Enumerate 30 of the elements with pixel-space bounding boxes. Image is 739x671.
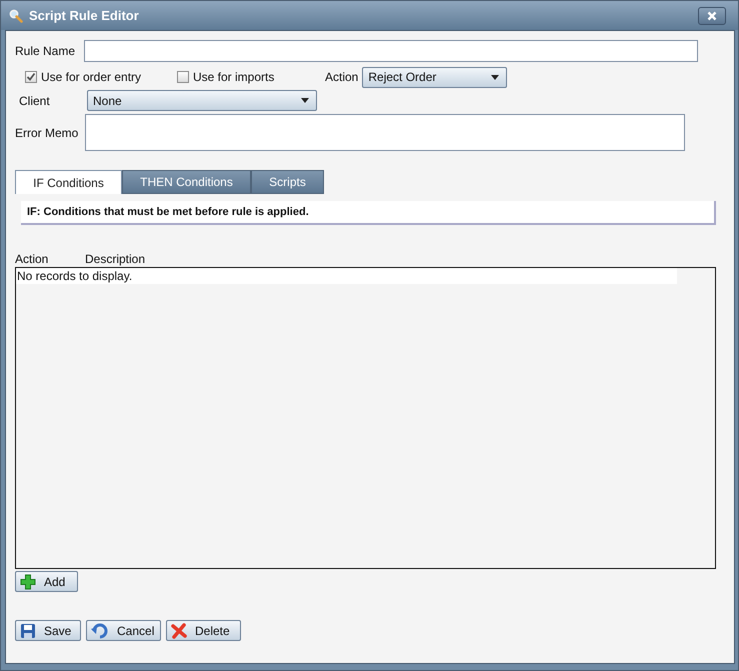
close-icon bbox=[707, 10, 717, 20]
tab[interactable]: Scripts bbox=[251, 170, 324, 194]
rule-name-label: Rule Name bbox=[15, 44, 76, 58]
action-label: Action bbox=[325, 70, 358, 84]
cancel-button[interactable]: Cancel bbox=[86, 620, 161, 641]
checkbox-label: Use for order entry bbox=[41, 70, 142, 84]
client-label: Client bbox=[19, 94, 51, 108]
tab[interactable]: IF Conditions bbox=[15, 170, 122, 194]
empty-message: No records to display. bbox=[16, 268, 677, 284]
plus-icon bbox=[20, 574, 36, 590]
checkbox[interactable] bbox=[177, 71, 189, 83]
cross-icon bbox=[171, 622, 187, 638]
tab[interactable]: THEN Conditions bbox=[122, 170, 251, 194]
checkbox[interactable] bbox=[25, 71, 37, 83]
close-button[interactable] bbox=[698, 6, 726, 24]
error-memo-field[interactable] bbox=[85, 114, 685, 151]
rule-name-field[interactable] bbox=[84, 40, 698, 62]
save-button[interactable]: Save bbox=[15, 620, 81, 641]
column-header: Action bbox=[15, 253, 50, 266]
checkbox-label: Use for imports bbox=[193, 70, 274, 84]
tab-description: IF: Conditions that must be met before rule is applied. bbox=[21, 201, 716, 225]
action-dropdown[interactable]: Reject Order bbox=[362, 66, 508, 88]
add-button[interactable]: Add bbox=[15, 571, 78, 592]
magnifier-icon bbox=[9, 8, 23, 22]
error-memo-label: Error Memo bbox=[15, 126, 80, 140]
undo-arrow-icon bbox=[91, 622, 109, 638]
column-header: Description bbox=[85, 253, 146, 266]
delete-button[interactable]: Delete bbox=[166, 620, 241, 641]
client-dropdown[interactable]: None bbox=[87, 90, 317, 111]
window-title: Script Rule Editor bbox=[29, 8, 140, 23]
